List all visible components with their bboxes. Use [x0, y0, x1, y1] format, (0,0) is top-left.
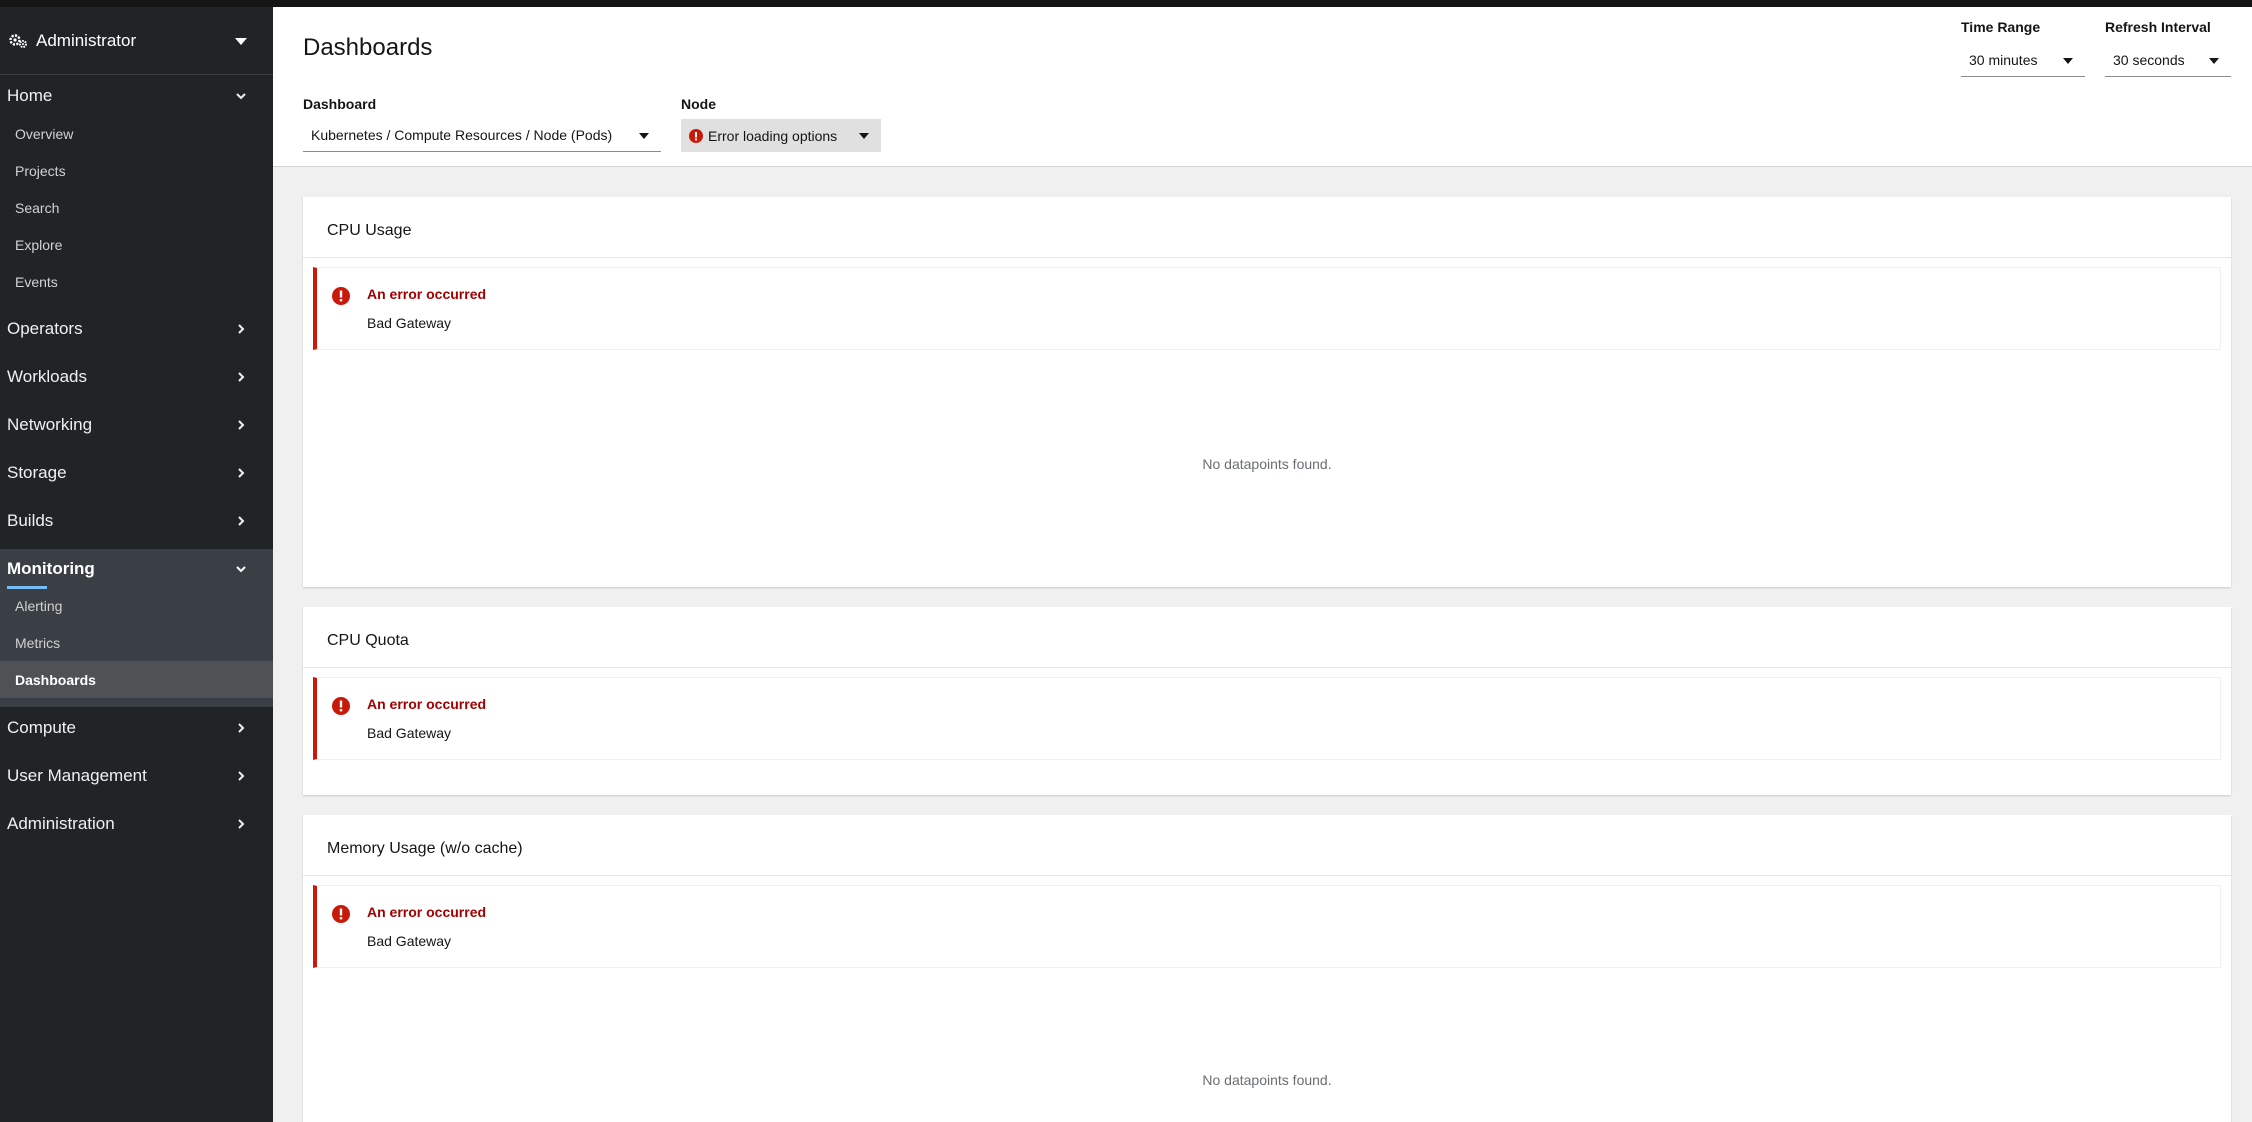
node-label: Node [681, 96, 716, 112]
chevron-right-icon [238, 771, 245, 781]
nav-section-label: Networking [7, 415, 93, 434]
sidebar-item-label: Projects [15, 162, 66, 179]
sidebar-item-events[interactable]: Events [0, 263, 273, 300]
no-data-message: No datapoints found. [1202, 1072, 1332, 1088]
nav-section-label: Compute [7, 718, 76, 737]
nav-section-administration[interactable]: Administration [0, 800, 273, 848]
chevron-right-icon [238, 723, 245, 733]
sidebar-item-dashboards[interactable]: Dashboards [0, 661, 273, 698]
panel-cpu-usage: CPU Usage An error occurred Bad Gateway … [303, 197, 2231, 587]
sidebar-item-metrics[interactable]: Metrics [0, 624, 273, 661]
caret-down-icon [859, 133, 869, 139]
dashboard-select-value: Kubernetes / Compute Resources / Node (P… [311, 127, 613, 143]
chevron-down-icon [236, 93, 246, 100]
time-range-select[interactable]: 30 minutes [1961, 44, 2085, 77]
caret-down-icon [639, 133, 649, 139]
alert-title: An error occurred [367, 904, 487, 920]
nav-section-label: Administration [7, 814, 115, 833]
dashboard-select[interactable]: Kubernetes / Compute Resources / Node (P… [303, 119, 661, 152]
dashboard-header: Dashboards Dashboard Kubernetes / Comput… [273, 7, 2252, 167]
sidebar-item-label: Alerting [15, 597, 63, 614]
error-alert: An error occurred Bad Gateway [313, 885, 2221, 968]
no-data-message: No datapoints found. [1202, 456, 1332, 472]
node-select[interactable]: Error loading options [681, 119, 881, 152]
chevron-right-icon [238, 516, 245, 526]
sidebar-item-label: Metrics [15, 634, 61, 651]
sidebar-item-label: Overview [15, 125, 74, 142]
caret-down-icon [235, 38, 247, 45]
panel-divider [303, 257, 2231, 258]
gears-icon [9, 33, 27, 48]
panel-title: Memory Usage (w/o cache) [327, 840, 523, 857]
exclamation-circle-icon [332, 697, 350, 715]
alert-message: Bad Gateway [367, 725, 452, 741]
nav-section-compute[interactable]: Compute [0, 704, 273, 752]
error-alert: An error occurred Bad Gateway [313, 267, 2221, 350]
alert-title: An error occurred [367, 286, 487, 302]
refresh-interval-select[interactable]: 30 seconds [2105, 44, 2231, 77]
nav-section-label: Workloads [7, 367, 87, 386]
chevron-down-icon [236, 566, 246, 573]
dashboard-label: Dashboard [303, 96, 377, 112]
chevron-right-icon [238, 324, 245, 334]
sidebar-item-label: Events [15, 273, 58, 290]
sidebar-item-projects[interactable]: Projects [0, 152, 273, 189]
nav-section-label: Builds [7, 511, 54, 530]
time-range-label: Time Range [1961, 19, 2041, 35]
panel-memory-usage: Memory Usage (w/o cache) An error occurr… [303, 815, 2231, 1122]
nav-section-label: Home [7, 86, 53, 105]
nav-section-home[interactable]: Home [0, 72, 273, 120]
node-select-value: Error loading options [708, 127, 838, 144]
nav-section-label: Storage [7, 463, 67, 482]
nav-section-workloads[interactable]: Workloads [0, 353, 273, 401]
nav-section-storage[interactable]: Storage [0, 449, 273, 497]
chevron-right-icon [238, 819, 245, 829]
masthead-strip [0, 0, 2252, 7]
nav-section-networking[interactable]: Networking [0, 401, 273, 449]
refresh-interval-label: Refresh Interval [2105, 19, 2211, 35]
exclamation-circle-icon [689, 128, 703, 143]
perspective-switcher[interactable]: Administrator [0, 7, 273, 75]
caret-down-icon [2063, 58, 2073, 64]
error-alert: An error occurred Bad Gateway [313, 677, 2221, 760]
panel-divider [303, 667, 2231, 668]
sidebar-item-search[interactable]: Search [0, 189, 273, 226]
exclamation-circle-icon [332, 287, 350, 305]
sidebar-item-overview[interactable]: Overview [0, 115, 273, 152]
sidebar-item-label: Dashboards [15, 671, 96, 688]
panel-title: CPU Usage [327, 222, 412, 239]
nav-section-label: Monitoring [7, 559, 95, 578]
panel-divider [303, 875, 2231, 876]
time-range-value: 30 minutes [1969, 52, 2038, 68]
sidebar: Administrator Home Overview Projects Sea… [0, 7, 273, 1122]
page-title: Dashboards [303, 34, 433, 61]
sidebar-item-label: Explore [15, 236, 63, 253]
nav-section-label: User Management [7, 766, 147, 785]
dashboard-panels: CPU Usage An error occurred Bad Gateway … [273, 167, 2252, 1122]
nav-section-user-management[interactable]: User Management [0, 752, 273, 800]
exclamation-circle-icon [332, 905, 350, 923]
chevron-right-icon [238, 420, 245, 430]
sidebar-item-alerting[interactable]: Alerting [0, 587, 273, 624]
chevron-right-icon [238, 468, 245, 478]
nav-section-builds[interactable]: Builds [0, 497, 273, 545]
refresh-interval-value: 30 seconds [2113, 52, 2185, 68]
panel-title: CPU Quota [327, 632, 409, 649]
alert-message: Bad Gateway [367, 933, 452, 949]
alert-message: Bad Gateway [367, 315, 452, 331]
nav-section-label: Operators [7, 319, 83, 338]
sidebar-item-label: Search [15, 199, 60, 216]
caret-down-icon [2209, 58, 2219, 64]
sidebar-item-explore[interactable]: Explore [0, 226, 273, 263]
alert-title: An error occurred [367, 696, 487, 712]
perspective-label: Administrator [36, 30, 137, 50]
nav-section-operators[interactable]: Operators [0, 305, 273, 353]
panel-cpu-quota: CPU Quota An error occurred Bad Gateway [303, 607, 2231, 795]
main-content: Dashboards Dashboard Kubernetes / Comput… [273, 7, 2252, 1122]
chevron-right-icon [238, 372, 245, 382]
